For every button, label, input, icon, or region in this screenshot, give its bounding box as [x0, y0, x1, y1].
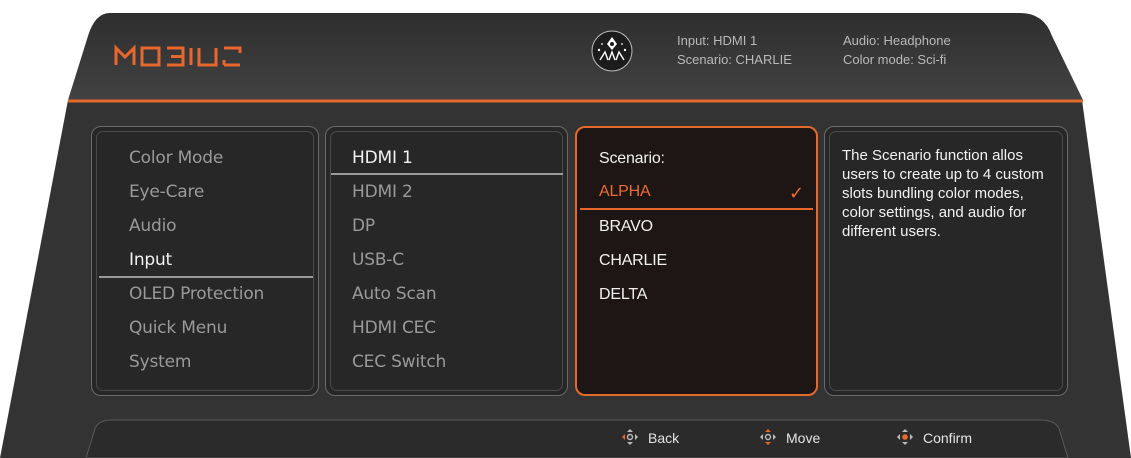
menu-item-color-mode[interactable]: Color Mode — [129, 148, 223, 168]
menu-item-quick-menu[interactable]: Quick Menu — [129, 318, 227, 338]
back-hint[interactable]: Back — [648, 430, 679, 446]
confirm-nav-icon — [897, 429, 913, 445]
move-nav-icon — [760, 429, 776, 445]
scenario-panel: Scenario: ALPHA ✓ BRAVO CHARLIE DELTA — [575, 126, 818, 396]
scenario-status-line: Scenario: CHARLIE — [677, 52, 792, 67]
submenu-selection-underline — [331, 173, 563, 175]
menu-item-eye-care[interactable]: Eye-Care — [129, 182, 204, 202]
back-nav-icon — [622, 429, 638, 445]
scenario-badge — [591, 30, 647, 72]
submenu-item-hdmi1[interactable]: HDMI 1 — [352, 148, 413, 168]
menu-selection-underline — [99, 276, 313, 278]
scenario-option-charlie[interactable]: CHARLIE — [599, 252, 667, 270]
audio-status-line: Audio: Headphone — [843, 33, 951, 48]
menu-item-input[interactable]: Input — [129, 250, 172, 270]
input-submenu-panel: HDMI 1 HDMI 2 DP USB-C Auto Scan HDMI CE… — [325, 126, 568, 396]
menu-item-system[interactable]: System — [129, 352, 191, 372]
mobiuz-logo-icon — [114, 44, 242, 67]
input-status: Input: HDMI 1 Scenario: CHARLIE — [677, 31, 792, 69]
menu-item-oled-protection[interactable]: OLED Protection — [129, 284, 264, 304]
main-menu-panel: Color Mode Eye-Care Audio Input OLED Pro… — [91, 126, 319, 396]
sci-fi-scenario-icon — [591, 30, 633, 72]
scenario-selection-underline — [580, 208, 813, 210]
color-mode-status-line: Color mode: Sci-fi — [843, 52, 947, 67]
scenario-option-delta[interactable]: DELTA — [599, 286, 647, 304]
input-status-line: Input: HDMI 1 — [677, 33, 758, 48]
scenario-option-alpha[interactable]: ALPHA — [599, 183, 651, 201]
audio-color-status: Audio: Headphone Color mode: Sci-fi — [843, 31, 951, 69]
scenario-option-bravo[interactable]: BRAVO — [599, 218, 653, 236]
description-text: The Scenario function allos users to cre… — [842, 147, 1044, 240]
submenu-item-usb-c[interactable]: USB-C — [352, 250, 404, 270]
menu-item-audio[interactable]: Audio — [129, 216, 177, 236]
submenu-item-dp[interactable]: DP — [352, 216, 375, 236]
submenu-item-cec-switch[interactable]: CEC Switch — [352, 352, 446, 372]
scenario-title: Scenario: — [599, 150, 665, 167]
confirm-hint[interactable]: Confirm — [923, 430, 972, 446]
submenu-item-hdmi2[interactable]: HDMI 2 — [352, 182, 413, 202]
submenu-item-auto-scan[interactable]: Auto Scan — [352, 284, 437, 304]
selected-checkmark-icon: ✓ — [789, 183, 805, 203]
brand-logo — [114, 44, 254, 68]
submenu-item-hdmi-cec[interactable]: HDMI CEC — [352, 318, 436, 338]
move-hint[interactable]: Move — [786, 430, 820, 446]
description-panel: The Scenario function allos users to cre… — [824, 126, 1068, 396]
